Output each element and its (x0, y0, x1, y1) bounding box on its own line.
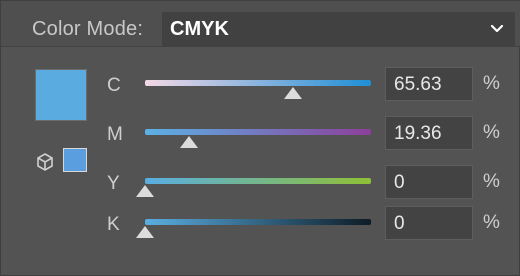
slider-track-y[interactable] (145, 178, 371, 184)
color-mode-label: Color Mode: (32, 18, 144, 40)
color-panel: Color Mode: CMYK C 65.63 % M 19.36 % Y 0… (0, 0, 520, 276)
percent-label-k: % (483, 212, 500, 233)
slider-track-c[interactable] (145, 80, 371, 86)
channel-label-c: C (107, 75, 121, 96)
slider-row-c: C 65.63 % (1, 65, 520, 109)
color-mode-value: CMYK (170, 18, 229, 40)
value-field-c[interactable]: 65.63 (385, 67, 473, 101)
slider-thumb-c[interactable] (284, 87, 303, 99)
color-mode-dropdown[interactable]: CMYK (162, 12, 515, 47)
slider-thumb-k[interactable] (136, 226, 154, 238)
slider-row-y: Y 0 % (1, 163, 520, 207)
value-text-c: 65.63 (394, 74, 442, 95)
percent-label-m: % (483, 122, 500, 143)
value-text-k: 0 (394, 213, 405, 234)
slider-thumb-m[interactable] (179, 136, 198, 148)
channel-label-m: M (107, 124, 123, 145)
slider-track-k[interactable] (145, 219, 371, 225)
color-mode-header: Color Mode: CMYK (1, 1, 520, 47)
value-field-m[interactable]: 19.36 (385, 116, 473, 150)
slider-row-m: M 19.36 % (1, 114, 520, 158)
value-field-k[interactable]: 0 (385, 206, 473, 240)
slider-thumb-y[interactable] (136, 185, 154, 197)
channel-label-k: K (107, 214, 120, 235)
value-text-m: 19.36 (394, 123, 442, 144)
percent-label-c: % (483, 73, 500, 94)
channel-label-y: Y (107, 173, 120, 194)
value-field-y[interactable]: 0 (385, 165, 473, 199)
slider-row-k: K 0 % (1, 204, 520, 248)
chevron-down-icon (490, 24, 504, 33)
value-text-y: 0 (394, 172, 405, 193)
percent-label-y: % (483, 171, 500, 192)
slider-track-m[interactable] (145, 129, 371, 135)
